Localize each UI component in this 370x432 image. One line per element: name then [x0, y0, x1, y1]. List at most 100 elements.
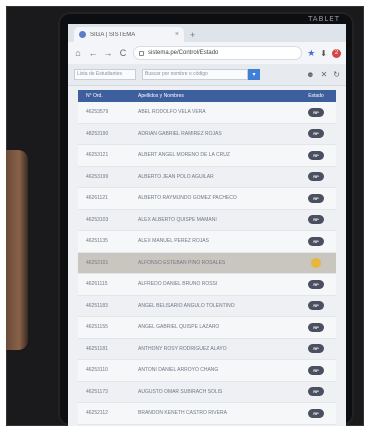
status-badge[interactable]: RP	[308, 365, 324, 375]
home-icon[interactable]: ⌂	[73, 48, 83, 58]
student-name: ANGEL GABRIEL QUISPE LAZARO	[138, 324, 220, 331]
tab-close-icon[interactable]: ×	[175, 31, 179, 38]
back-icon[interactable]: ←	[88, 48, 98, 58]
lock-icon	[139, 50, 144, 56]
student-id: 46251173	[86, 388, 108, 395]
search-field[interactable]: Buscar por nombre o código	[142, 69, 248, 80]
tab-strip: SIGA | SISTEMA × +	[68, 24, 346, 42]
student-id: 46253121	[86, 152, 109, 159]
status-cell: RP	[296, 215, 336, 225]
status-badge[interactable]: RP	[308, 408, 324, 418]
student-name: BRANDON KENETH CASTRO RIVERA	[138, 410, 227, 417]
student-id: 46253103	[86, 216, 109, 223]
student-name: ALBERTO JEAN POLO AGUILAR	[138, 173, 214, 180]
app-actions: ☻ ✕ ↻	[306, 70, 340, 79]
forward-icon[interactable]: →	[103, 48, 113, 58]
status-badge[interactable]: RP	[308, 150, 324, 160]
table-row[interactable]: 46251183 ANGEL BELISARIO ANGULO TOLENTINO…	[78, 295, 336, 317]
status-badge[interactable]: RP	[308, 215, 324, 225]
status-badge[interactable]: RP	[308, 193, 324, 203]
student-name: ADRIAN GABRIEL RAMIREZ ROJAS	[138, 130, 222, 137]
status-cell: RP	[296, 172, 336, 182]
table-row[interactable]: 46253110 ANTONI DANIEL ARROYO CHANG RP	[78, 360, 336, 382]
status-cell: RP	[296, 150, 336, 160]
table-row[interactable]: 46252101 ALFONSO ESTEBAN PINO ROSALES	[78, 252, 336, 274]
download-icon[interactable]: ⬇	[320, 49, 327, 58]
table-header: N° Ord. Apellidos y Nombres Estado	[78, 90, 336, 102]
student-name: AUGUSTO OMAR SUBIRACH SOLIS	[138, 388, 223, 395]
student-name: ABEL RODOLFO VELA VERA	[138, 109, 206, 116]
students-table: N° Ord. Apellidos y Nombres Estado 46253…	[78, 90, 336, 426]
status-badge[interactable]: RP	[308, 279, 324, 289]
table-row[interactable]: 46261121 ALBERTO RAYMUNDO GOMEZ PACHECO RP	[78, 188, 336, 210]
new-tab-button[interactable]: +	[190, 30, 195, 40]
student-id: 46251155	[86, 324, 108, 331]
status-cell: RP	[296, 129, 336, 139]
student-id: 46252112	[86, 410, 108, 417]
header-id: N° Ord.	[86, 93, 103, 99]
table-row[interactable]: 46252112 BRANDON KENETH CASTRO RIVERA RP	[78, 403, 336, 425]
hand	[6, 150, 28, 350]
student-name: ALBERTO RAYMUNDO GOMEZ PACHECO	[138, 195, 237, 202]
status-cell: RP	[296, 408, 336, 418]
list-filter-field[interactable]: Lista de Estudiantes	[74, 69, 136, 80]
student-name: ANTONI DANIEL ARROYO CHANG	[138, 367, 219, 374]
status-badge[interactable]: RP	[308, 301, 324, 311]
status-badge[interactable]: RP	[308, 344, 324, 354]
student-name: ALFONSO ESTEBAN PINO ROSALES	[138, 259, 226, 266]
table-row[interactable]: 46261115 ALFREDO DANIEL BRUNO ROSSI RP	[78, 274, 336, 296]
tab-title: SIGA | SISTEMA	[90, 31, 136, 38]
table-row[interactable]: 46251155 ANGEL GABRIEL QUISPE LAZARO RP	[78, 317, 336, 339]
search-dropdown-button[interactable]: ▾	[248, 69, 260, 80]
table-row[interactable]: 46252150BRAYAN ANTONIO MANTILLA ROBLESRP	[78, 424, 336, 426]
status-badge[interactable]: RP	[308, 387, 324, 397]
refresh-icon[interactable]: ↻	[333, 70, 340, 79]
student-id: 46261121	[86, 195, 108, 202]
student-id: 46253110	[86, 367, 108, 374]
address-bar[interactable]: sistema.pe/Control/Estado	[133, 46, 303, 60]
status-cell: RP	[296, 301, 336, 311]
table-row[interactable]: 48253190 ADRIAN GABRIEL RAMIREZ ROJAS RP	[78, 123, 336, 145]
student-name: ANTHONY ROSY RODRIGUEZ ALAYO	[138, 345, 227, 352]
table-row[interactable]: 46251173 AUGUSTO OMAR SUBIRACH SOLIS RP	[78, 381, 336, 403]
student-name: ALFREDO DANIEL BRUNO ROSSI	[138, 281, 218, 288]
status-cell: RP	[296, 193, 336, 203]
student-name: ALEX ALBERTO QUISPE MAMANI	[138, 216, 217, 223]
status-cell: RP	[296, 279, 336, 289]
student-name: ALEX MANUEL PEREZ ROJAS	[138, 238, 209, 245]
status-badge[interactable]: RP	[308, 107, 324, 117]
student-id: 46251181	[86, 345, 108, 352]
bookmark-star-icon[interactable]: ★	[307, 48, 315, 59]
status-cell: RP	[296, 344, 336, 354]
student-id: 46251183	[86, 302, 108, 309]
student-id: 46251135	[86, 238, 108, 245]
table-row[interactable]: 46253121 ALBERT ANGEL MORENO DE LA CRUZ RP	[78, 145, 336, 167]
table-body: 46253579 ABEL RODOLFO VELA VERA RP 48253190…	[78, 102, 336, 426]
status-badge[interactable]: RP	[308, 322, 324, 332]
status-cell	[296, 257, 336, 268]
status-cell: RP	[296, 387, 336, 397]
table-row[interactable]: 46251181 ANTHONY ROSY RODRIGUEZ ALAYO RP	[78, 338, 336, 360]
student-id: 46261115	[86, 281, 108, 288]
table-row[interactable]: 46253579 ABEL RODOLFO VELA VERA RP	[78, 102, 336, 124]
alert-status-icon[interactable]	[311, 257, 321, 268]
table-row[interactable]: 46253103 ALEX ALBERTO QUISPE MAMANI RP	[78, 209, 336, 231]
table-row[interactable]: 46253199 ALBERTO JEAN POLO AGUILAR RP	[78, 166, 336, 188]
reload-icon[interactable]: C	[118, 48, 128, 58]
browser-toolbar: ⌂ ← → C sistema.pe/Control/Estado ★ ⬇ 2	[68, 42, 346, 64]
status-badge[interactable]: RP	[308, 236, 324, 246]
close-icon[interactable]: ✕	[321, 70, 328, 79]
student-name: ANGEL BELISARIO ANGULO TOLENTINO	[138, 302, 235, 309]
status-cell: RP	[296, 107, 336, 117]
header-name: Apellidos y Nombres	[138, 93, 184, 99]
student-id: 46252101	[86, 259, 109, 266]
status-cell: RP	[296, 365, 336, 375]
status-cell: RP	[296, 322, 336, 332]
user-icon[interactable]: ☻	[306, 70, 314, 79]
table-row[interactable]: 46251135 ALEX MANUEL PEREZ ROJAS RP	[78, 231, 336, 253]
browser-tab[interactable]: SIGA | SISTEMA ×	[74, 27, 184, 42]
status-badge[interactable]: RP	[308, 172, 324, 182]
student-id: 48253190	[86, 130, 109, 137]
notification-badge[interactable]: 2	[332, 48, 341, 58]
status-badge[interactable]: RP	[308, 129, 324, 139]
